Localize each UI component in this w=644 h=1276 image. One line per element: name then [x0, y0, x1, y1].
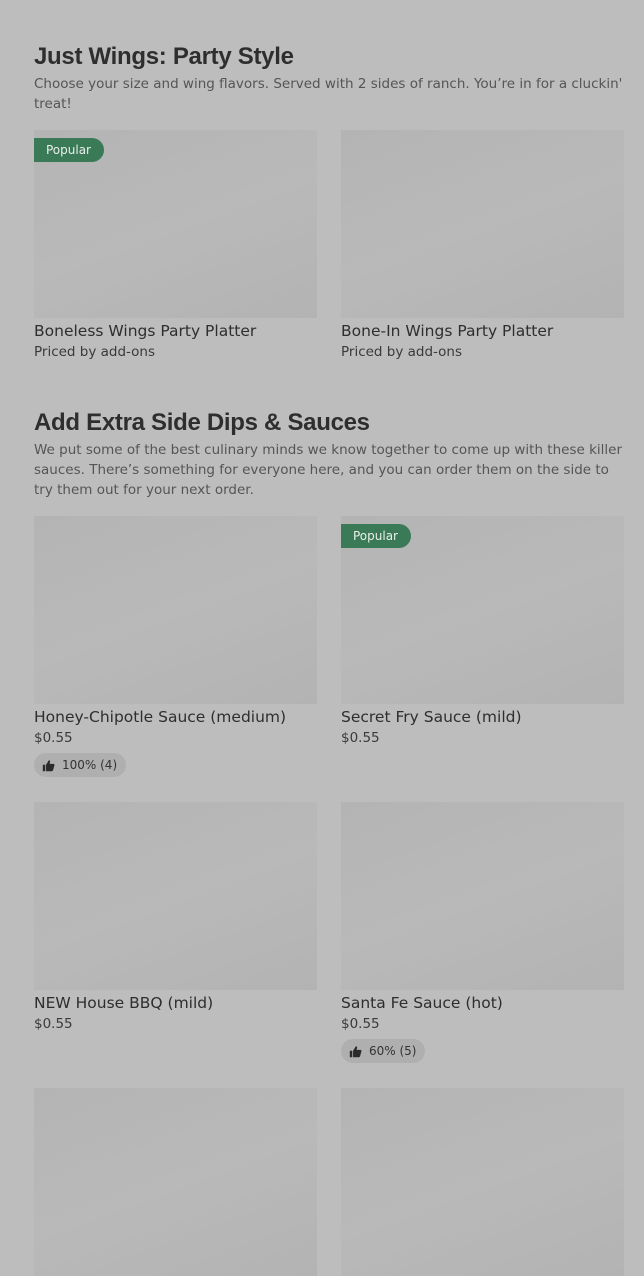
item-grid: Popular Boneless Wings Party Platter Pri… — [34, 130, 624, 363]
item-price: $0.55 — [34, 730, 73, 746]
menu-item-card[interactable] — [341, 1088, 624, 1276]
item-name: Boneless Wings Party Platter — [34, 322, 257, 340]
item-name: Secret Fry Sauce (mild) — [341, 708, 522, 726]
popular-badge: Popular — [34, 138, 104, 162]
menu-item-card[interactable] — [34, 1088, 317, 1276]
rating-badge: 100% (4) — [34, 753, 127, 777]
item-price: Priced by add-ons — [341, 344, 463, 360]
rating-text: 60% (5) — [369, 1044, 417, 1058]
item-image — [34, 802, 317, 990]
item-name: Bone-In Wings Party Platter — [341, 322, 554, 340]
item-image — [34, 516, 317, 704]
menu-item-card[interactable]: Honey-Chipotle Sauce (medium) $0.55 100%… — [34, 516, 317, 778]
item-name: Honey-Chipotle Sauce (medium) — [34, 708, 287, 726]
section-just-wings: Just Wings: Party Style Choose your size… — [34, 40, 624, 363]
item-name: Santa Fe Sauce (hot) — [341, 994, 503, 1012]
rating-badge: 60% (5) — [341, 1039, 426, 1063]
item-image — [341, 802, 624, 990]
rating-text: 100% (4) — [62, 758, 118, 772]
item-price: $0.55 — [341, 730, 380, 746]
item-image — [341, 1088, 624, 1276]
thumbs-up-icon — [349, 1045, 362, 1057]
menu-page: Just Wings: Party Style Choose your size… — [34, 40, 624, 1276]
item-name: NEW House BBQ (mild) — [34, 994, 214, 1012]
menu-item-card[interactable]: Bone-In Wings Party Platter Priced by ad… — [341, 130, 624, 363]
item-image — [34, 1088, 317, 1276]
item-image — [341, 130, 624, 318]
menu-item-card[interactable]: NEW House BBQ (mild) $0.55 — [34, 802, 317, 1064]
thumbs-up-icon — [42, 759, 55, 771]
item-image: Popular — [341, 516, 624, 704]
menu-item-card[interactable]: Popular Secret Fry Sauce (mild) $0.55 — [341, 516, 624, 778]
popular-badge: Popular — [341, 524, 411, 548]
item-price: $0.55 — [341, 1016, 380, 1032]
item-price: Priced by add-ons — [34, 344, 156, 360]
section-description: Choose your size and wing flavors. Serve… — [34, 76, 623, 112]
menu-item-card[interactable]: Popular Boneless Wings Party Platter Pri… — [34, 130, 317, 363]
item-grid: Honey-Chipotle Sauce (medium) $0.55 100%… — [34, 516, 624, 1276]
section-description: We put some of the best culinary minds w… — [34, 442, 623, 498]
menu-item-card[interactable]: Santa Fe Sauce (hot) $0.55 60% (5) — [341, 802, 624, 1064]
section-extra-dips: Add Extra Side Dips & Sauces We put some… — [34, 406, 624, 1276]
item-image: Popular — [34, 130, 317, 318]
section-title: Add Extra Side Dips & Sauces — [34, 409, 370, 436]
section-title: Just Wings: Party Style — [34, 43, 294, 70]
item-price: $0.55 — [34, 1016, 73, 1032]
